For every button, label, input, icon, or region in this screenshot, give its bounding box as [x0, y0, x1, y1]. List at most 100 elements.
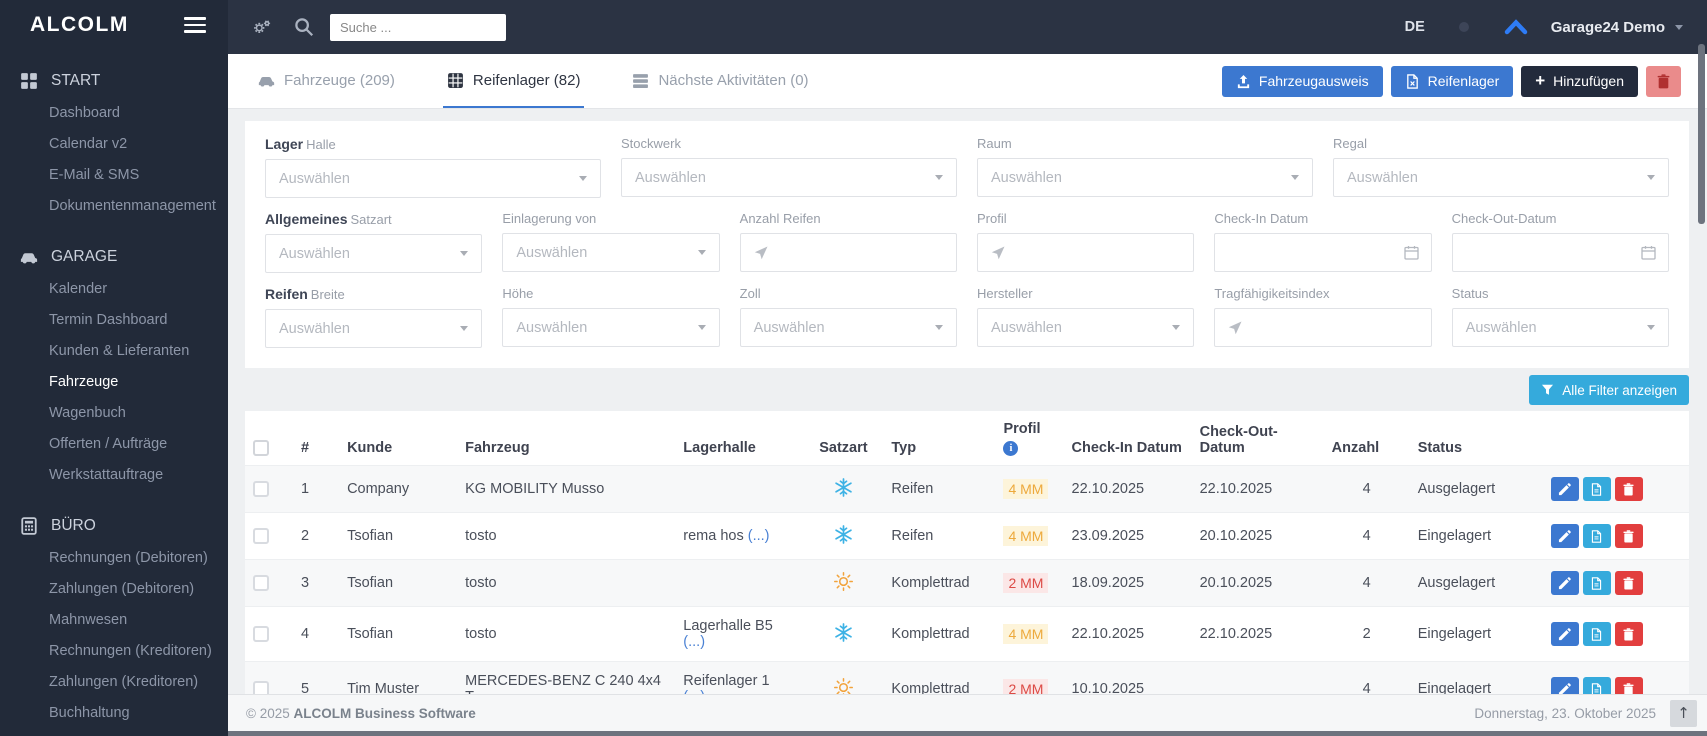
row-number: 1 — [293, 466, 339, 513]
sidebar-section-start[interactable]: START — [0, 64, 228, 98]
info-icon[interactable]: i — [1003, 441, 1018, 456]
sidebar-item-lohn[interactable]: Lohn — [0, 729, 228, 736]
language-selector[interactable]: DE — [1405, 19, 1425, 35]
hinzufuegen-button[interactable]: + Hinzufügen — [1521, 66, 1638, 97]
filter-label-text: Profil — [977, 211, 1007, 226]
pdf-button[interactable] — [1583, 571, 1611, 595]
vertical-scrollbar-thumb[interactable] — [1698, 44, 1705, 224]
profil-input[interactable] — [977, 233, 1194, 272]
menu-toggle-icon[interactable] — [184, 13, 206, 37]
sidebar-item-zahlungen-debitoren-[interactable]: Zahlungen (Debitoren) — [0, 574, 228, 605]
storage-hall-more-link[interactable]: (...) — [683, 634, 705, 650]
halle-select[interactable]: Auswählen — [265, 159, 601, 198]
edit-button[interactable] — [1551, 677, 1579, 694]
delete-row-button[interactable] — [1615, 677, 1643, 694]
sidebar-item-rechnungen-kreditoren-[interactable]: Rechnungen (Kreditoren) — [0, 636, 228, 667]
table-row: 2Tsofiantostorema hos (...)Reifen4 MM23.… — [245, 513, 1689, 560]
sidebar-item-dokumentenmanagement[interactable]: Dokumentenmanagement — [0, 191, 228, 222]
edit-button[interactable] — [1551, 622, 1579, 646]
zoll-select[interactable]: Auswählen — [740, 308, 957, 347]
tab-nchste[interactable]: Nächste Aktivitäten (0) — [628, 54, 812, 108]
footer-right: Donnerstag, 23. Oktober 2025 ↑ — [1474, 700, 1697, 727]
sidebar-item-termin-dashboard[interactable]: Termin Dashboard — [0, 305, 228, 336]
delete-button[interactable] — [1646, 66, 1681, 97]
search-input[interactable] — [330, 14, 506, 41]
satzart-select[interactable]: Auswählen — [265, 234, 482, 273]
höhe-select[interactable]: Auswählen — [502, 308, 719, 347]
sidebar-item-werkstattauftrage[interactable]: Werkstattauftrage — [0, 460, 228, 491]
checkout-cell: 20.10.2025 — [1192, 560, 1324, 607]
row-checkbox[interactable] — [253, 528, 269, 544]
tab-reifenlager[interactable]: Reifenlager (82) — [443, 54, 585, 108]
storage-hall-text: Reifenlager 1 — [683, 673, 769, 689]
pdf-button[interactable] — [1583, 622, 1611, 646]
vehicle-cell: KG MOBILITY Musso — [457, 466, 675, 513]
pdf-button[interactable] — [1583, 524, 1611, 548]
raum-select[interactable]: Auswählen — [977, 158, 1313, 197]
scroll-to-top-button[interactable]: ↑ — [1670, 700, 1697, 727]
sidebar-section-garage[interactable]: GARAGE — [0, 240, 228, 274]
storage-hall-more-link[interactable]: (...) — [748, 528, 770, 544]
sidebar-item-offerten-auftr-ge[interactable]: Offerten / Aufträge — [0, 429, 228, 460]
delete-row-button[interactable] — [1615, 622, 1643, 646]
delete-row-button[interactable] — [1615, 571, 1643, 595]
sidebar-item-mahnwesen[interactable]: Mahnwesen — [0, 605, 228, 636]
select-all-checkbox[interactable] — [253, 440, 269, 456]
sidebar-item-e-mail-sms[interactable]: E-Mail & SMS — [0, 160, 228, 191]
sidebar-item-rechnungen-debitoren-[interactable]: Rechnungen (Debitoren) — [0, 543, 228, 574]
settings-gears-icon[interactable] — [252, 17, 272, 37]
sidebar-item-calendar-v2[interactable]: Calendar v2 — [0, 129, 228, 160]
filter-field: HöheAuswählen — [502, 286, 719, 348]
horizontal-scrollbar[interactable] — [228, 731, 1707, 736]
search-icon[interactable] — [294, 17, 314, 37]
select-placeholder: Auswählen — [279, 171, 350, 187]
reifenlager-export-button[interactable]: Reifenlager — [1391, 66, 1514, 97]
filter-field: StatusAuswählen — [1452, 286, 1669, 348]
sidebar-item-kunden-lieferanten[interactable]: Kunden & Lieferanten — [0, 336, 228, 367]
status-select[interactable]: Auswählen — [1452, 308, 1669, 347]
einlagerung-von-select[interactable]: Auswählen — [502, 233, 719, 272]
status-cell: Eingelagert — [1410, 607, 1543, 662]
row-checkbox[interactable] — [253, 626, 269, 642]
show-all-filters-label: Alle Filter anzeigen — [1562, 383, 1677, 398]
tab-fahrzeuge[interactable]: Fahrzeuge (209) — [254, 54, 399, 108]
quantity-cell: 4 — [1324, 662, 1410, 695]
sidebar-item-wagenbuch[interactable]: Wagenbuch — [0, 398, 228, 429]
row-checkbox[interactable] — [253, 681, 269, 694]
account-menu[interactable]: Garage24 Demo — [1551, 19, 1683, 36]
show-all-filters-button[interactable]: Alle Filter anzeigen — [1529, 375, 1689, 405]
tab-actions: Fahrzeugausweis Reifenlager + Hinzufügen — [1222, 54, 1681, 108]
tragfähigikeitsindex-input[interactable] — [1214, 308, 1431, 347]
stockwerk-select[interactable]: Auswählen — [621, 158, 957, 197]
hersteller-select[interactable]: Auswählen — [977, 308, 1194, 347]
sidebar-item-buchhaltung[interactable]: Buchhaltung — [0, 698, 228, 729]
quantity-cell: 4 — [1324, 513, 1410, 560]
sidebar-item-dashboard[interactable]: Dashboard — [0, 98, 228, 129]
row-checkbox[interactable] — [253, 481, 269, 497]
sidebar-section-büro[interactable]: BÜRO — [0, 509, 228, 543]
fahrzeugausweis-button[interactable]: Fahrzeugausweis — [1222, 66, 1383, 97]
row-checkbox[interactable] — [253, 575, 269, 591]
check-out-datum-input[interactable] — [1452, 233, 1669, 272]
notification-dot-icon[interactable] — [1459, 22, 1469, 32]
sidebar-section: BÜRORechnungen (Debitoren)Zahlungen (Deb… — [0, 509, 228, 736]
column-header-check-out-datum: Check-Out-Datum — [1192, 411, 1324, 466]
edit-button[interactable] — [1551, 524, 1579, 548]
delete-row-button[interactable] — [1615, 477, 1643, 501]
sidebar-item-fahrzeuge[interactable]: Fahrzeuge — [0, 367, 228, 398]
pdf-button[interactable] — [1583, 477, 1611, 501]
regal-select[interactable]: Auswählen — [1333, 158, 1669, 197]
app-logo[interactable]: ALCOLM — [30, 13, 129, 37]
sidebar-item-kalender[interactable]: Kalender — [0, 274, 228, 305]
anzahl-reifen-input[interactable] — [740, 233, 957, 272]
actions-cell — [1543, 466, 1689, 513]
footer-date: Donnerstag, 23. Oktober 2025 — [1474, 706, 1656, 721]
pdf-button[interactable] — [1583, 677, 1611, 694]
sidebar-item-zahlungen-kreditoren-[interactable]: Zahlungen (Kreditoren) — [0, 667, 228, 698]
edit-button[interactable] — [1551, 477, 1579, 501]
profile-badge: 2 MM — [1003, 573, 1048, 593]
breite-select[interactable]: Auswählen — [265, 309, 482, 348]
delete-row-button[interactable] — [1615, 524, 1643, 548]
check-in-datum-input[interactable] — [1214, 233, 1431, 272]
edit-button[interactable] — [1551, 571, 1579, 595]
